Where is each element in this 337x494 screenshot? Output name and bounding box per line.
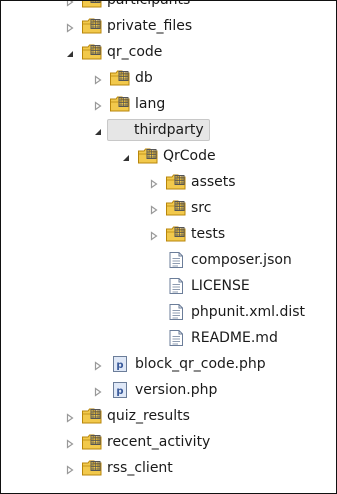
tree-item-participants[interactable]: participants: [1, 0, 336, 13]
expand-arrow-icon[interactable]: [149, 203, 159, 215]
svg-text:p: p: [116, 386, 123, 397]
tree-item-phpunit-xml-dist[interactable]: phpunit.xml.dist: [1, 299, 336, 325]
file-icon: [165, 329, 187, 347]
tree-item-label: qr_code: [107, 44, 163, 60]
tree-item-version-php[interactable]: p version.php: [1, 377, 336, 403]
tree-item-qr-code[interactable]: qr_code: [1, 39, 336, 65]
folder-icon: [81, 407, 103, 425]
tree-item-block-qr-code-php[interactable]: p block_qr_code.php: [1, 351, 336, 377]
tree-item-qrcode[interactable]: QrCode: [1, 143, 336, 169]
tree-item-thirdparty[interactable]: thirdparty: [1, 117, 336, 143]
expand-arrow-icon[interactable]: [65, 1, 75, 7]
tree-item-label: README.md: [191, 330, 278, 346]
collapse-arrow-icon[interactable]: [65, 47, 75, 57]
tree-item-label: quiz_results: [107, 408, 190, 424]
expand-arrow-icon[interactable]: [93, 99, 103, 111]
folder-icon: [165, 199, 187, 217]
tree-item-composer-json[interactable]: composer.json: [1, 247, 336, 273]
tree-item-label: assets: [191, 174, 236, 190]
tree-item-label: private_files: [107, 18, 193, 34]
folder-icon: [165, 173, 187, 191]
expand-arrow-icon[interactable]: [65, 411, 75, 423]
folder-icon: [109, 69, 131, 87]
folder-icon: [81, 459, 103, 477]
tree-item-assets[interactable]: assets: [1, 169, 336, 195]
php-file-icon: p: [109, 355, 131, 373]
tree-item-quiz-results[interactable]: quiz_results: [1, 403, 336, 429]
expand-arrow-icon[interactable]: [149, 177, 159, 189]
tree-item-label: recent_activity: [107, 434, 211, 450]
collapse-arrow-icon[interactable]: [121, 151, 131, 161]
tree-item-tests[interactable]: tests: [1, 221, 336, 247]
svg-text:p: p: [116, 360, 123, 371]
expand-arrow-icon[interactable]: [149, 229, 159, 241]
expand-arrow-icon[interactable]: [93, 73, 103, 85]
tree-item-db[interactable]: db: [1, 65, 336, 91]
expand-arrow-icon[interactable]: [65, 21, 75, 33]
expand-arrow-icon[interactable]: [65, 437, 75, 449]
folder-icon: [109, 95, 131, 113]
tree-item-lang[interactable]: lang: [1, 91, 336, 117]
expand-arrow-icon[interactable]: [93, 359, 103, 371]
tree-item-rss-client[interactable]: rss_client: [1, 455, 336, 481]
expand-arrow-icon[interactable]: [65, 463, 75, 475]
project-explorer-panel: participants private_files qr_codedb lang th…: [0, 0, 337, 494]
tree-item-label: thirdparty: [107, 119, 210, 141]
php-file-icon: p: [109, 381, 131, 399]
tree-item-label: tests: [191, 226, 226, 242]
folder-icon: [81, 43, 103, 61]
expand-arrow-icon[interactable]: [93, 385, 103, 397]
tree-item-readme-md[interactable]: README.md: [1, 325, 336, 351]
folder-icon: [165, 225, 187, 243]
tree-item-label: version.php: [135, 382, 218, 398]
tree-item-label: phpunit.xml.dist: [191, 304, 306, 320]
tree-item-label: lang: [135, 96, 166, 112]
tree-item-private-files[interactable]: private_files: [1, 13, 336, 39]
tree-item-src[interactable]: src: [1, 195, 336, 221]
tree-item-license[interactable]: LICENSE: [1, 273, 336, 299]
file-icon: [165, 303, 187, 321]
tree-item-recent-activity[interactable]: recent_activity: [1, 429, 336, 455]
collapse-arrow-icon[interactable]: [93, 125, 103, 135]
tree-item-label: rss_client: [107, 460, 173, 476]
file-icon: [165, 251, 187, 269]
tree-item-label: composer.json: [191, 252, 292, 268]
tree-item-label: LICENSE: [191, 278, 250, 294]
folder-icon: [81, 433, 103, 451]
tree-item-label: QrCode: [163, 148, 216, 164]
tree-item-label: src: [191, 200, 212, 216]
tree-item-label: block_qr_code.php: [135, 356, 266, 372]
tree-item-label: db: [135, 70, 153, 86]
tree-item-label: participants: [107, 0, 191, 8]
folder-icon: [81, 1, 103, 9]
file-icon: [165, 277, 187, 295]
file-tree: participants private_files qr_codedb lang th…: [1, 0, 336, 481]
folder-icon: [81, 17, 103, 35]
folder-icon: [137, 147, 159, 165]
